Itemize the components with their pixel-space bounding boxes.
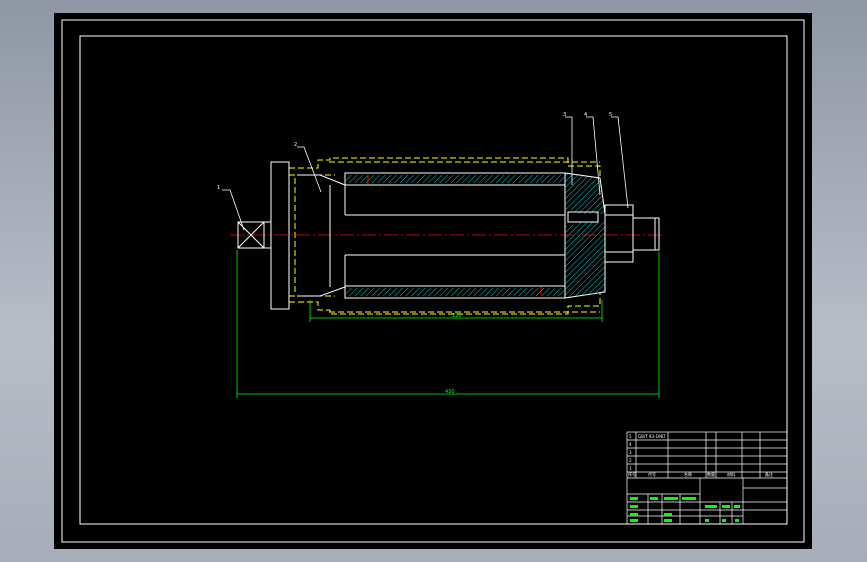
dimension-overall-length: 430 xyxy=(445,389,455,395)
cad-viewport[interactable]: 1 2 3 4 5 220 430 5 GB/T 93-1987 4 3 2 1… xyxy=(0,0,867,562)
part-label-1: 1 xyxy=(217,185,220,191)
dimension-inner-length: 220 xyxy=(452,313,462,319)
part-label-2: 2 xyxy=(294,142,297,148)
tb-header-material: 材料 xyxy=(727,471,735,477)
part-label-3: 3 xyxy=(563,112,566,118)
part-label-5: 5 xyxy=(609,112,612,118)
tb-row-1-code: GB/T 93-1987 xyxy=(638,434,666,439)
tb-header-code: 代号 xyxy=(648,471,656,477)
engineering-drawing: 1 2 3 4 5 220 430 5 GB/T 93-1987 4 3 2 1… xyxy=(54,13,812,549)
part-label-4: 4 xyxy=(584,112,587,118)
tb-header-name: 名称 xyxy=(684,471,692,477)
drawing-sheet xyxy=(54,13,812,549)
tb-header-remarks: 备注 xyxy=(765,471,773,477)
tb-header-qty: 数量 xyxy=(707,471,715,477)
tb-header-no: 序号 xyxy=(628,471,636,477)
